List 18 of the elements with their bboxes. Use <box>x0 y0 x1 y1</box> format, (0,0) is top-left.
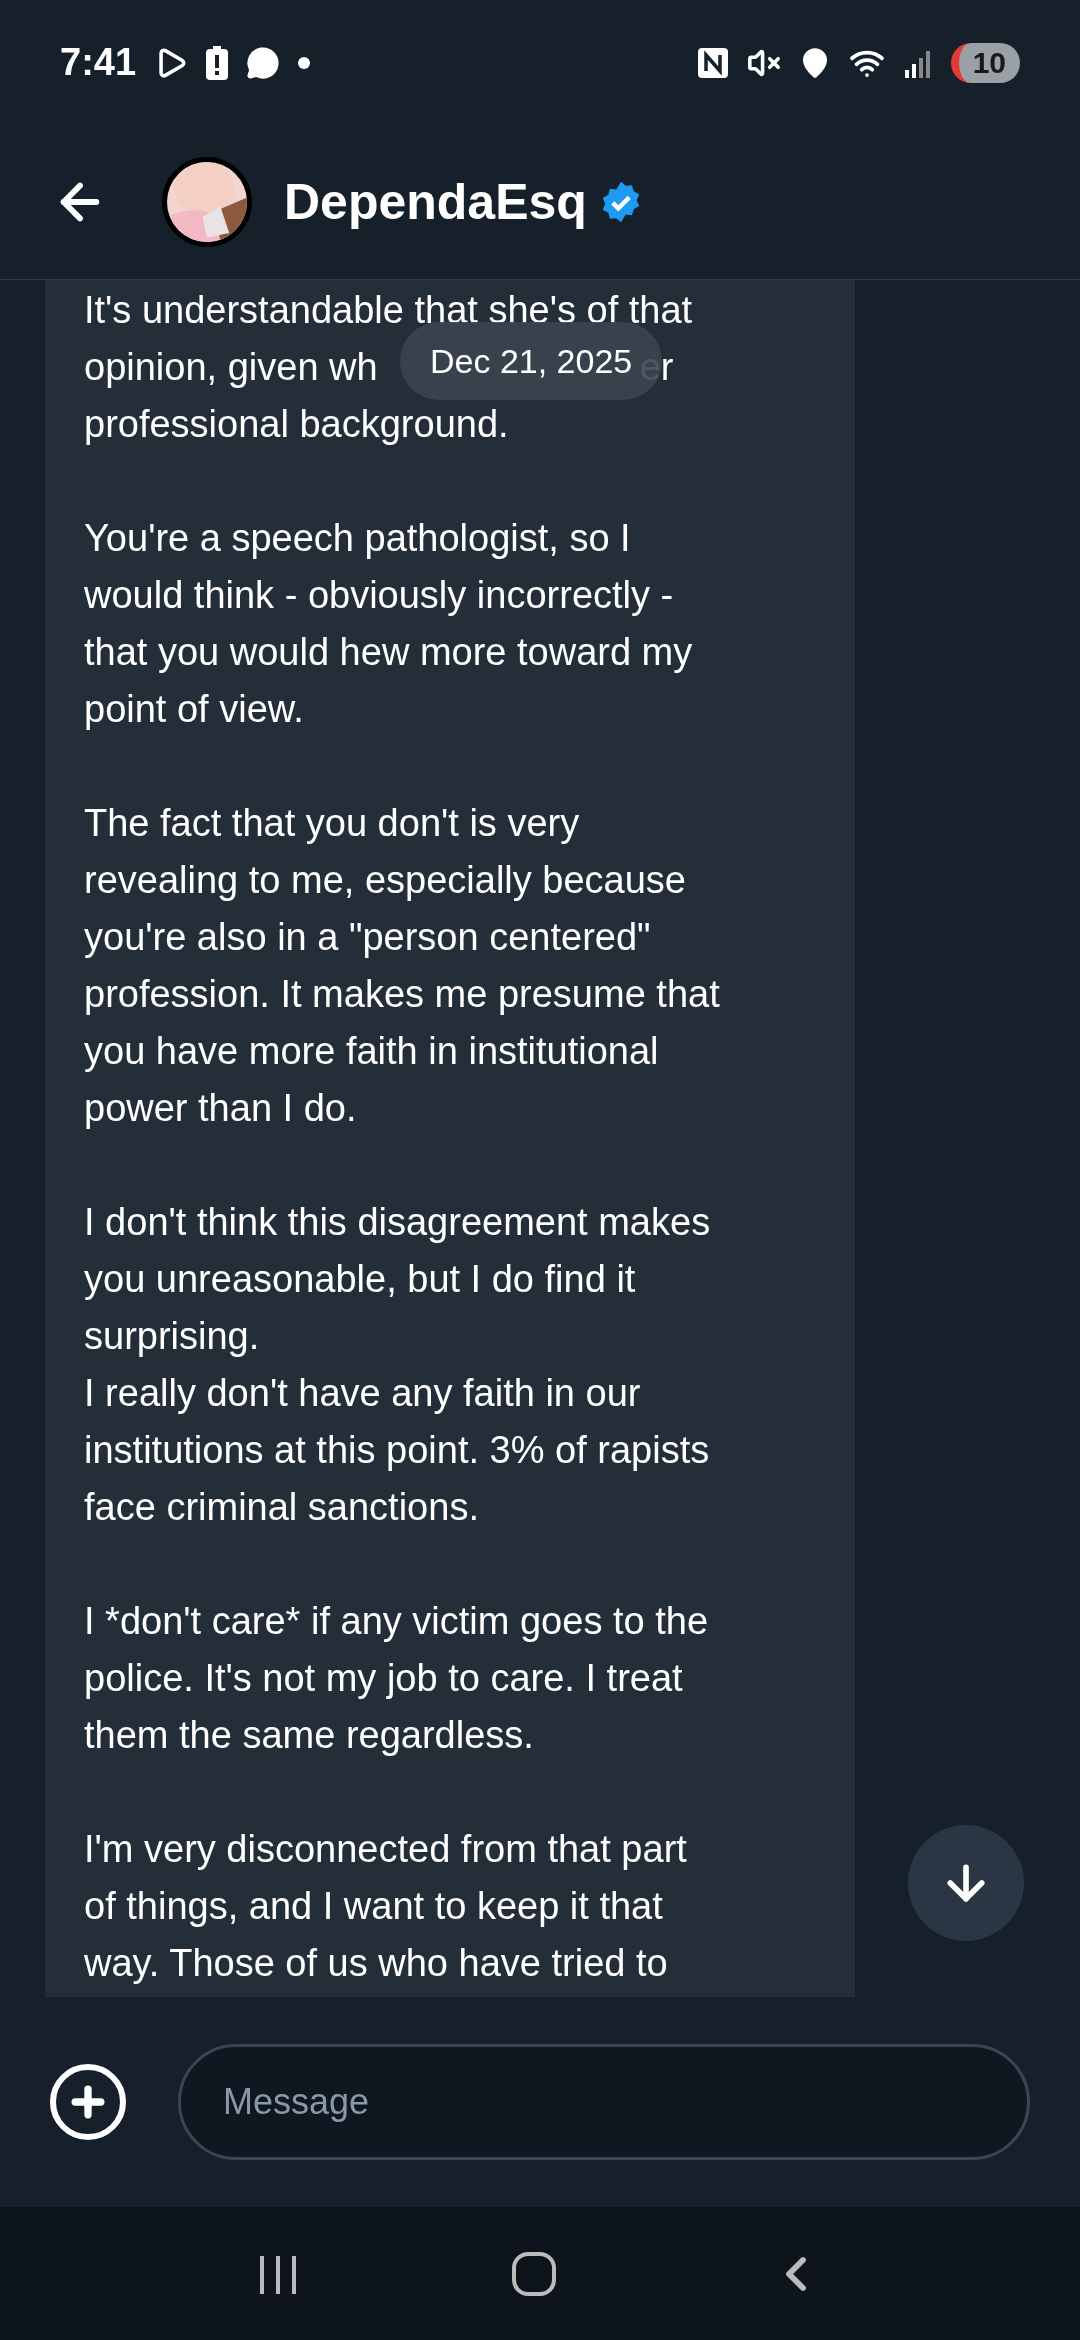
message-text: The fact that you don't is very revealing to me, especially because you're also in a "person centered" profession. It makes me presume that you have more faith in institutional power than I do. <box>84 801 721 1131</box>
message-text: opinion, given wh <box>84 345 378 390</box>
home-icon[interactable] <box>511 2250 557 2297</box>
message-text: I don't think this disagreement makes you unreasonable, but I do find it surprising. I really don't have any faith in our institutions at this point. 3% of rapists face criminal sanctions. <box>84 1200 712 1530</box>
message-text: professional background. <box>84 402 509 447</box>
message-text: I'm very disconnected from that part of things, and I want to keep it that way. Those of us who have tried to <box>84 1827 688 1986</box>
contact-name: DependaEsq <box>284 172 587 232</box>
status-time: 7:41 <box>60 40 137 85</box>
battery-level: 10 <box>950 42 1020 83</box>
add-button[interactable] <box>50 2064 126 2140</box>
dot-icon <box>298 56 311 69</box>
messenger-icon <box>246 45 281 80</box>
message-text: I *don't care* if any victim goes to the police. It's not my job to care. I treat them the same regardless. <box>84 1599 709 1758</box>
message-field[interactable]: Message <box>178 2044 1030 2160</box>
battery-alert-icon <box>206 45 229 80</box>
nfc-icon <box>696 46 729 79</box>
message-text: It's understandable that she's of that <box>84 288 693 333</box>
message-text: You're a speech pathologist, so I would think - obviously incorrectly - that you would hew more toward my point of view. <box>84 516 694 732</box>
